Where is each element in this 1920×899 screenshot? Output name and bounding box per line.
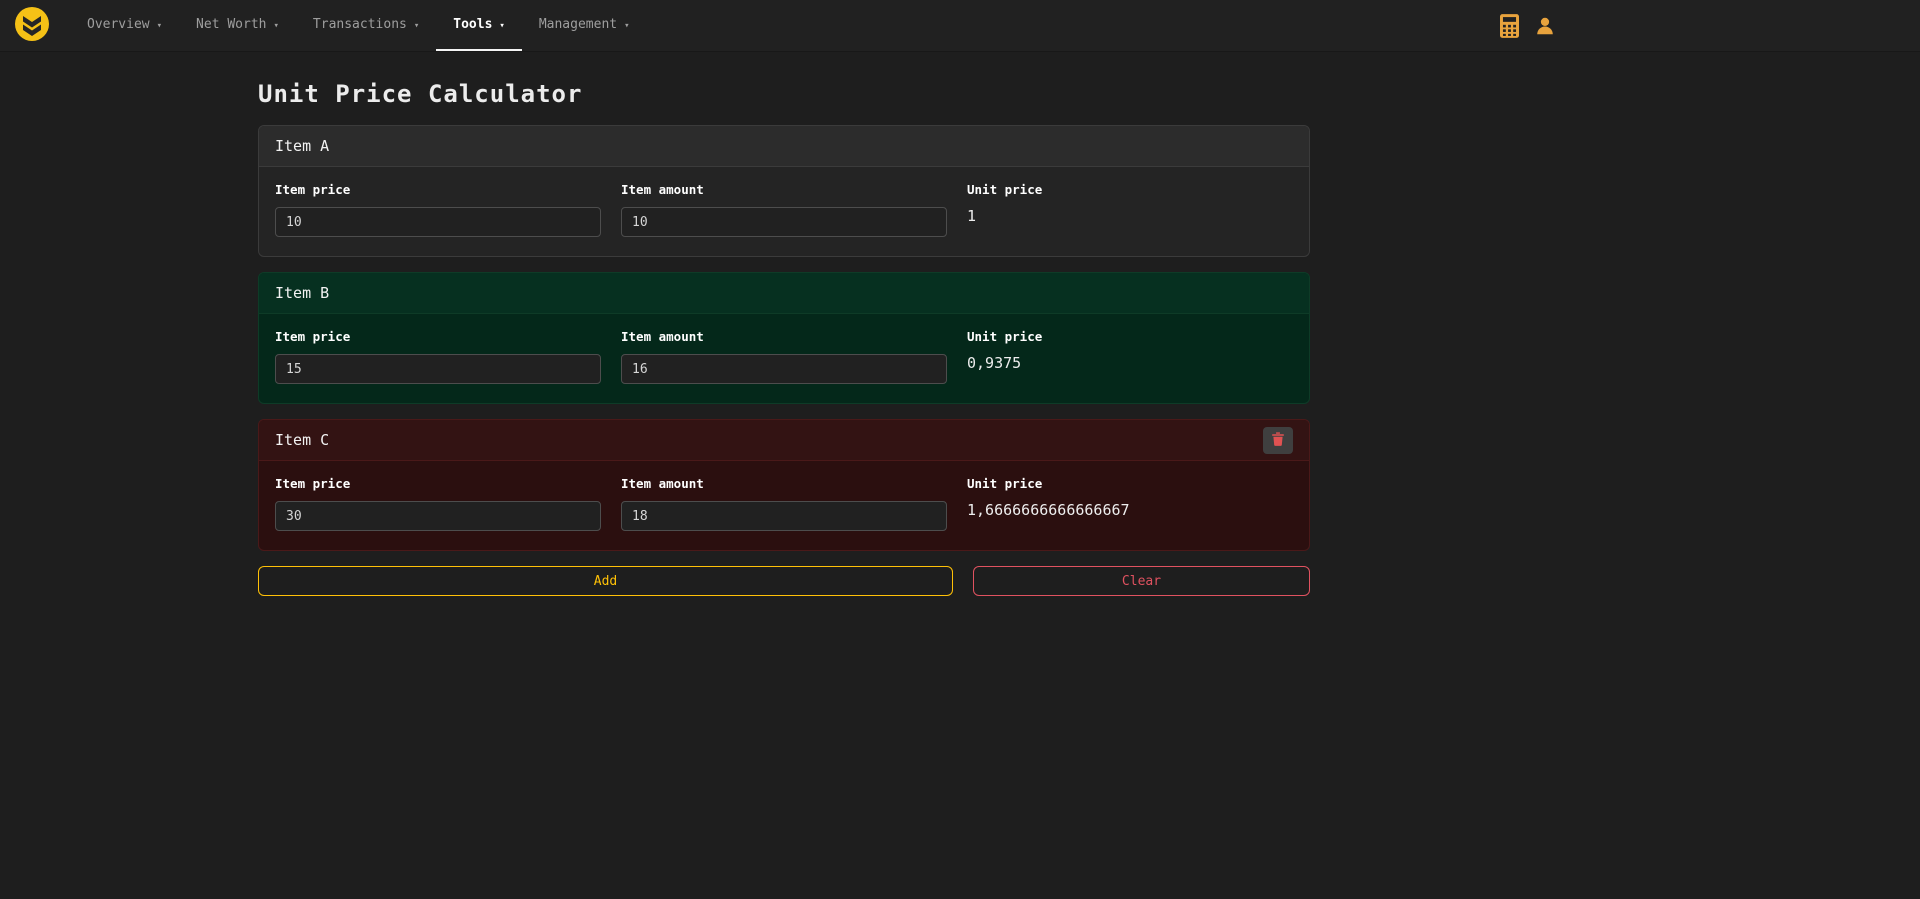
item-price-input[interactable] [275, 501, 601, 531]
top-navbar: Overview ▾ Net Worth ▾ Transactions ▾ To… [0, 0, 1920, 52]
add-button[interactable]: Add [258, 566, 953, 596]
item-amount-label: Item amount [621, 182, 947, 197]
unit-price-value: 0,9375 [967, 354, 1293, 372]
actions-row: Add Clear [258, 566, 1310, 596]
item-amount-field: Item amount [621, 476, 947, 531]
item-price-field: Item price [275, 182, 601, 237]
item-card-a: Item A Item price Item amount Unit price… [258, 125, 1310, 257]
card-title: Item C [275, 431, 1263, 449]
unit-price-value: 1,6666666666666667 [967, 501, 1293, 519]
user-icon[interactable] [1534, 15, 1556, 37]
brand-logo[interactable] [8, 0, 56, 51]
chevron-down-icon: ▾ [414, 21, 419, 31]
calculator-icon[interactable] [1500, 14, 1519, 38]
nav-item-label: Management [539, 17, 617, 32]
card-title: Item B [275, 284, 1293, 302]
clear-button[interactable]: Clear [973, 566, 1310, 596]
card-body: Item price Item amount Unit price 1 [259, 167, 1309, 256]
nav-item-label: Tools [453, 17, 492, 32]
unit-price-label: Unit price [967, 182, 1293, 197]
item-card-b: Item B Item price Item amount Unit price… [258, 272, 1310, 404]
card-header: Item B [259, 273, 1309, 314]
unit-price-value: 1 [967, 207, 1293, 225]
unit-price-field: Unit price 1,6666666666666667 [967, 476, 1293, 531]
chevron-down-icon: ▾ [274, 21, 279, 31]
chevron-down-icon: ▾ [157, 21, 162, 31]
card-title: Item A [275, 137, 1293, 155]
card-body: Item price Item amount Unit price 0,9375 [259, 314, 1309, 403]
chevron-down-icon: ▾ [624, 21, 629, 31]
main-content: Unit Price Calculator Item A Item price … [258, 52, 1310, 596]
trash-icon [1272, 432, 1284, 449]
item-amount-input[interactable] [621, 354, 947, 384]
nav-item-management[interactable]: Management ▾ [522, 0, 647, 51]
item-amount-label: Item amount [621, 476, 947, 491]
chevron-down-icon: ▾ [499, 21, 504, 31]
unit-price-label: Unit price [967, 476, 1293, 491]
navbar-right-icons [1500, 0, 1556, 52]
item-amount-label: Item amount [621, 329, 947, 344]
unit-price-label: Unit price [967, 329, 1293, 344]
nav-links: Overview ▾ Net Worth ▾ Transactions ▾ To… [70, 0, 647, 51]
nav-item-label: Transactions [313, 17, 407, 32]
item-price-field: Item price [275, 329, 601, 384]
page-title: Unit Price Calculator [258, 80, 1310, 108]
nav-item-tools[interactable]: Tools ▾ [436, 0, 522, 51]
item-amount-field: Item amount [621, 182, 947, 237]
card-body: Item price Item amount Unit price 1,6666… [259, 461, 1309, 550]
item-price-field: Item price [275, 476, 601, 531]
nav-item-overview[interactable]: Overview ▾ [70, 0, 179, 51]
item-price-input[interactable] [275, 207, 601, 237]
nav-item-label: Net Worth [196, 17, 266, 32]
item-card-c: Item C Item price Item amount [258, 419, 1310, 551]
item-price-label: Item price [275, 476, 601, 491]
card-header: Item C [259, 420, 1309, 461]
nav-item-transactions[interactable]: Transactions ▾ [296, 0, 436, 51]
nav-item-label: Overview [87, 17, 150, 32]
card-header: Item A [259, 126, 1309, 167]
unit-price-field: Unit price 1 [967, 182, 1293, 237]
item-price-label: Item price [275, 329, 601, 344]
unit-price-field: Unit price 0,9375 [967, 329, 1293, 384]
logo-icon [14, 6, 50, 46]
nav-item-net-worth[interactable]: Net Worth ▾ [179, 0, 296, 51]
item-price-label: Item price [275, 182, 601, 197]
delete-item-button[interactable] [1263, 427, 1293, 454]
item-amount-input[interactable] [621, 207, 947, 237]
item-price-input[interactable] [275, 354, 601, 384]
item-amount-input[interactable] [621, 501, 947, 531]
item-amount-field: Item amount [621, 329, 947, 384]
